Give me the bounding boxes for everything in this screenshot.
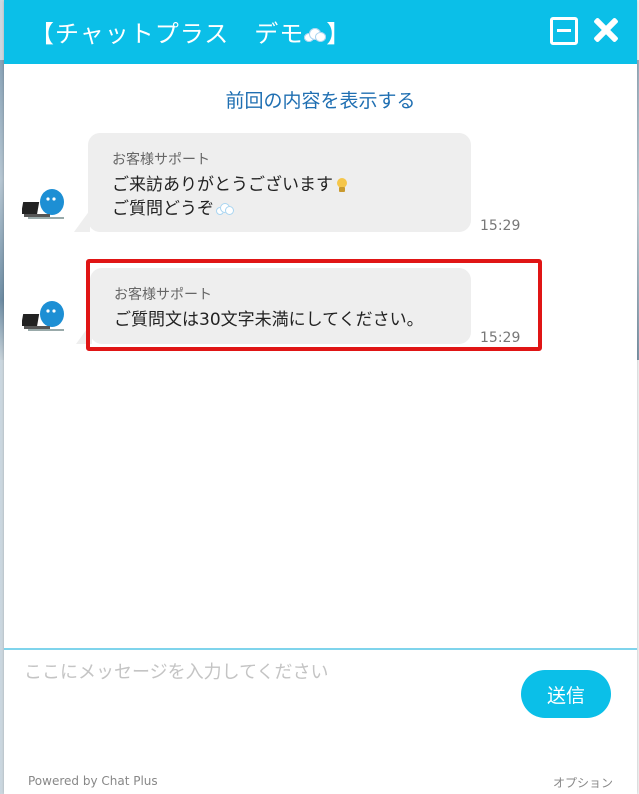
- chat-header: 【チャットプラス デモ】: [4, 0, 637, 64]
- close-icon[interactable]: [590, 14, 622, 46]
- lightbulb-icon: [337, 178, 347, 192]
- message-text-line: ご質問どうぞ: [112, 197, 234, 221]
- chat-title-suffix: 】: [326, 20, 352, 48]
- message-timestamp: 15:29: [480, 218, 521, 234]
- message-composer: 送信 Powered by Chat Plus オプション: [4, 648, 637, 794]
- message-text-line: ご来訪ありがとうございます: [112, 173, 347, 197]
- highlight-annotation: [86, 259, 542, 351]
- cloud-icon: [304, 28, 327, 42]
- message-bubble: お客様サポート ご来訪ありがとうございます ご質問どうぞ: [74, 133, 471, 232]
- send-button[interactable]: 送信: [521, 670, 611, 718]
- chat-message: お客様サポート ご来訪ありがとうございます ご質問どうぞ 15:29: [4, 130, 637, 240]
- minimize-icon[interactable]: [550, 17, 578, 45]
- powered-by-text: Powered by Chat Plus: [28, 774, 158, 788]
- cloud-icon: [216, 203, 234, 215]
- operator-avatar-icon: [22, 189, 64, 219]
- chat-title-text: 【チャットプラス デモ: [30, 20, 305, 48]
- options-link[interactable]: オプション: [553, 774, 613, 791]
- message-text: ご質問どうぞ: [112, 199, 214, 219]
- operator-avatar-icon: [22, 301, 64, 331]
- message-text: ご来訪ありがとうございます: [112, 175, 333, 195]
- chat-widget: 【チャットプラス デモ】 前回の内容を表示する お客様サポート ご来訪ありがとう…: [4, 0, 637, 794]
- message-input[interactable]: [22, 656, 506, 688]
- chat-title: 【チャットプラス デモ】: [30, 14, 351, 49]
- message-sender: お客様サポート: [112, 152, 210, 168]
- show-previous-link[interactable]: 前回の内容を表示する: [4, 86, 637, 113]
